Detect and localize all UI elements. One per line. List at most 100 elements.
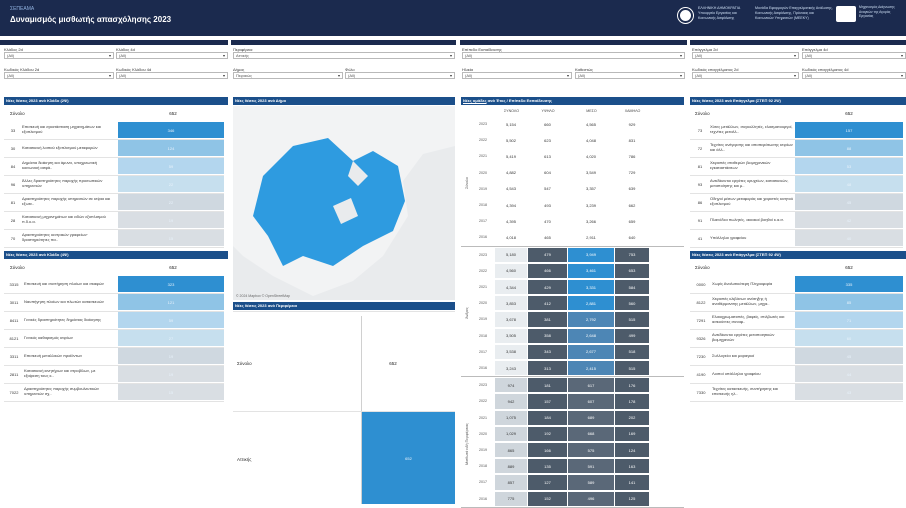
edu-cell[interactable]: 3,243 (495, 361, 527, 376)
edu-cell[interactable]: 5,154 (495, 117, 527, 131)
edu-cell[interactable]: 613 (528, 149, 567, 163)
edu-cell[interactable]: 358 (528, 328, 567, 343)
filter-select[interactable]: (All) ▾ (802, 72, 906, 79)
edu-cell[interactable]: 584 (615, 280, 649, 295)
edu-cell[interactable]: 2,415 (568, 361, 614, 376)
edu-cell[interactable]: 639 (615, 182, 649, 196)
list-item[interactable]: 72 Τεχνίτες ανέγερσης και αποπεράτωσης κτ… (690, 139, 794, 157)
municipality-map[interactable]: © 2024 Mapbox © OpenStreetMap (233, 106, 455, 300)
edu-header-link[interactable]: Νέες ομάδες (463, 98, 487, 103)
edu-cell[interactable]: 5,419 (495, 149, 527, 163)
edu-cell[interactable]: 176 (615, 378, 649, 393)
list-item[interactable]: 9326 Ανειδίκευτοι εργάτες μεταποιητικών β… (690, 329, 794, 347)
edu-cell[interactable]: 668 (568, 426, 614, 441)
list-item[interactable]: 7291 Ελαιοχρωματιστές, βαφείς, στιλβωτές … (690, 311, 794, 329)
edu-cell[interactable]: 4,882 (495, 166, 527, 180)
row-value[interactable]: 45 (795, 194, 903, 210)
row-value[interactable]: 85 (795, 294, 903, 310)
filter-select[interactable]: (All) ▾ (462, 52, 685, 59)
edu-cell[interactable]: 3,853 (495, 296, 527, 311)
filter-select[interactable]: (All) ▾ (116, 72, 228, 79)
row-value[interactable]: 42 (795, 212, 903, 228)
edu-cell[interactable]: 3,266 (568, 214, 614, 228)
list-item[interactable]: 93 Ανειδίκευτοι εργάτες ορυχείων, κατασκε… (690, 175, 794, 193)
edu-cell[interactable]: 4,048 (568, 133, 614, 147)
edu-cell[interactable]: 659 (615, 214, 649, 228)
edu-cell[interactable]: 3,357 (568, 182, 614, 196)
row-value[interactable]: 19 (118, 348, 224, 364)
filter-select[interactable]: (All) ▾ (692, 72, 799, 79)
filter-select[interactable]: Αττικής ▾ (233, 52, 455, 59)
edu-cell[interactable]: 889 (495, 459, 527, 474)
edu-cell[interactable]: 617 (568, 378, 614, 393)
row-value[interactable]: 71 (795, 312, 903, 328)
filter-status[interactable]: Καθεστώς (All) ▾ (575, 67, 685, 79)
filter-sector4d[interactable]: Κλάδος 4d (All) ▾ (116, 47, 228, 59)
filter-municipality[interactable]: Δήμος Πειραιώς ▾ (233, 67, 343, 79)
edu-cell[interactable]: 831 (615, 133, 649, 147)
row-value[interactable]: 19 (118, 366, 224, 382)
row-value[interactable]: 15 (118, 384, 224, 400)
edu-cell[interactable]: 1,075 (495, 410, 527, 425)
edu-cell[interactable]: 3,538 (495, 344, 527, 359)
row-value[interactable]: 157 (795, 122, 903, 138)
edu-cell[interactable]: 166 (528, 443, 567, 458)
edu-cell[interactable]: 5,180 (495, 247, 527, 262)
list-item[interactable]: 8122 Χειριστές κλιβάνων ανάτηξης ή αναθέρ… (690, 293, 794, 311)
edu-cell[interactable]: 518 (615, 344, 649, 359)
edu-cell[interactable]: 623 (528, 133, 567, 147)
list-item[interactable]: 84 Δημόσια διοίκηση και άμυνα, υποχρεωτικ… (4, 157, 112, 175)
edu-cell[interactable]: 974 (495, 378, 527, 393)
edu-cell[interactable]: 3,505 (495, 328, 527, 343)
filter-select[interactable]: (All) ▾ (462, 72, 572, 79)
edu-cell[interactable]: 547 (528, 182, 567, 196)
row-value[interactable]: 44 (795, 366, 903, 382)
list-item[interactable]: 30 Κατασκευή λοιπού εξοπλισμού μεταφορών (4, 139, 112, 157)
filter-sector2d[interactable]: Κλάδος 2d (All) ▾ (4, 47, 114, 59)
edu-cell[interactable]: 942 (495, 394, 527, 409)
edu-cell[interactable]: 660 (528, 117, 567, 131)
edu-cell[interactable]: 169 (615, 426, 649, 441)
list-item[interactable]: 7330 Τεχνίτες κατασκευής, συντήρησης και … (690, 383, 794, 401)
filter-select[interactable]: Πειραιώς ▾ (233, 72, 343, 79)
filter-region[interactable]: Περιφέρεια Αττικής ▾ (233, 47, 455, 59)
edu-cell[interactable]: 857 (495, 475, 527, 490)
row-value[interactable]: 346 (118, 122, 224, 138)
edu-cell[interactable]: 184 (528, 410, 567, 425)
filter-occupation4d[interactable]: Επάγγελμα 4d (All) ▾ (802, 47, 906, 59)
row-value[interactable]: 53 (795, 158, 903, 174)
list-item[interactable]: 0000 Χωρίς Αναλυτικότερη Πληροφορία (690, 275, 794, 293)
edu-cell[interactable]: 381 (528, 312, 567, 327)
edu-cell[interactable]: 3,949 (568, 247, 614, 262)
row-value[interactable]: 59 (118, 158, 224, 174)
list-item[interactable]: 73 Χύτες μετάλλων, συγκολλητές, ελασματου… (690, 121, 794, 139)
edu-cell[interactable]: 466 (528, 263, 567, 278)
filter-select[interactable]: (All) ▾ (4, 52, 114, 59)
list-item[interactable]: 7022 Δραστηριότητες παροχής συμβουλευτικώ… (4, 383, 110, 401)
edu-cell[interactable]: 202 (615, 410, 649, 425)
edu-cell[interactable]: 591 (568, 459, 614, 474)
edu-cell[interactable]: 607 (568, 394, 614, 409)
filter-sector-code2d[interactable]: Κωδικός Κλάδου 2d (All) ▾ (4, 67, 114, 79)
list-item[interactable]: 4190 Λοιποί υπάλληλοι γραφείου (690, 365, 794, 383)
row-value[interactable]: 22 (118, 194, 224, 210)
list-item[interactable]: 2811 Κατασκευή κινητήρων και στροβίλων, μ… (4, 365, 110, 383)
filter-occupation-code2d[interactable]: Κωδικός επαγγέλματος 2d (All) ▾ (692, 67, 799, 79)
row-value[interactable]: 22 (118, 176, 224, 192)
edu-cell[interactable]: 163 (615, 459, 649, 474)
row-value[interactable]: 43 (795, 384, 903, 400)
edu-cell[interactable]: 178 (615, 394, 649, 409)
list-item[interactable]: 3011 Ναυπήγηση πλοίων και πλωτών κατασκευ… (4, 293, 110, 311)
edu-cell[interactable]: 865 (495, 443, 527, 458)
edu-cell[interactable]: 4,543 (495, 182, 527, 196)
row-value[interactable]: 323 (118, 276, 224, 292)
edu-cell[interactable]: 2,881 (568, 296, 614, 311)
edu-cell[interactable]: 4,395 (495, 214, 527, 228)
edu-cell[interactable]: 479 (528, 247, 567, 262)
edu-cell[interactable]: 3,461 (568, 263, 614, 278)
region-row-bar[interactable]: 652 (362, 412, 455, 504)
edu-cell[interactable]: 2,648 (568, 328, 614, 343)
list-item[interactable]: 41 Υπάλληλοι γραφείου (690, 229, 794, 247)
filter-select[interactable]: (All) ▾ (692, 52, 799, 59)
edu-cell[interactable]: 662 (615, 198, 649, 212)
